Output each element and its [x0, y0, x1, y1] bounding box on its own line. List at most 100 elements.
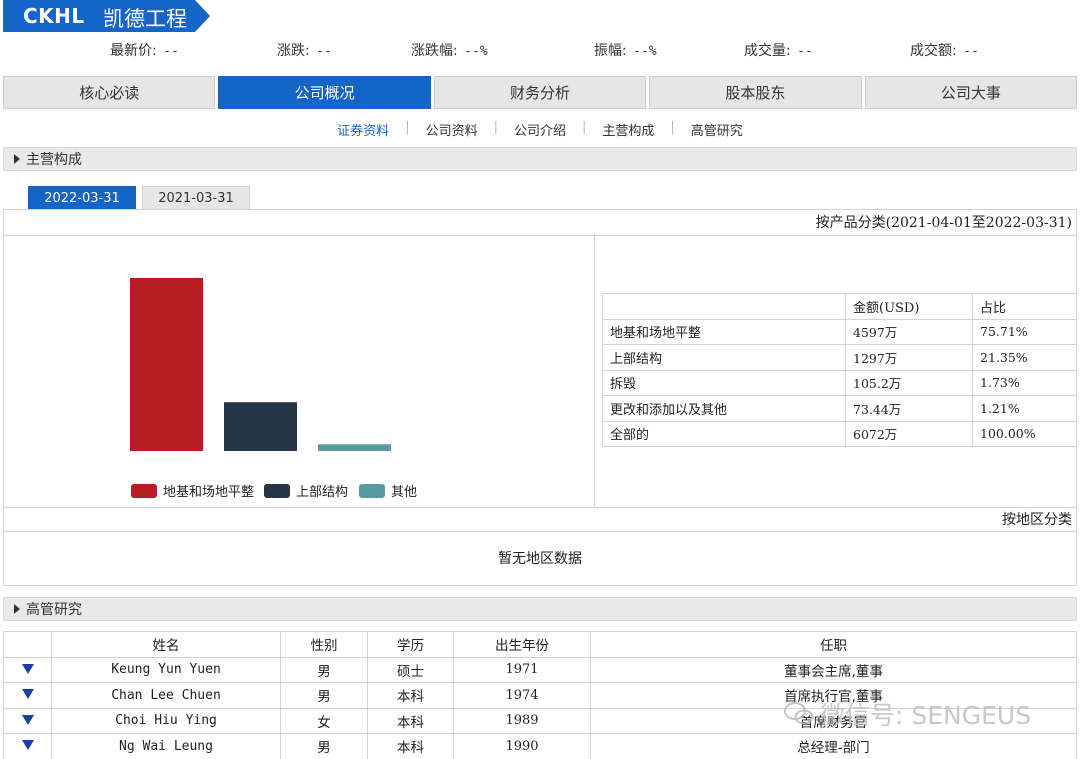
tab-shareholders[interactable]: 股本股东: [649, 76, 862, 109]
quote-amplitude: 振幅: --%: [594, 43, 657, 59]
legend-label[interactable]: 上部结构: [296, 485, 348, 500]
table-row: Ng Wai Leung 男 本科 1990 总经理-部门: [3, 733, 1077, 759]
caret-right-icon: [14, 154, 20, 164]
table-header: 出生年份: [453, 631, 591, 658]
quote-volume: 成交量: --: [744, 43, 813, 59]
region-empty-message: 暂无地区数据: [498, 551, 582, 567]
exec-name: Ng Wai Leung: [51, 733, 281, 759]
stock-code: CKHL: [23, 4, 85, 28]
segment-amount: 73.44万: [845, 395, 973, 422]
tab-company-overview[interactable]: 公司概况: [218, 76, 431, 109]
exec-role: 董事会主席,董事: [590, 656, 1077, 683]
segment-pct: 1.73%: [972, 369, 1077, 396]
expand-cell[interactable]: [3, 707, 52, 734]
table-row: 上部结构 1297万 21.35%: [602, 344, 1077, 371]
exec-name: Keung Yun Yuen: [51, 656, 281, 683]
chart-bar[interactable]: [130, 278, 203, 451]
table-row: Keung Yun Yuen 男 硕士 1971 董事会主席,董事: [3, 656, 1077, 683]
sub-navigation: 证券资料 | 公司资料 | 公司介绍 | 主营构成 | 高管研究: [0, 120, 1080, 139]
caret-right-icon: [14, 604, 20, 614]
triangle-down-icon[interactable]: [21, 714, 34, 725]
chart-bar[interactable]: [318, 444, 391, 451]
exec-education: 本科: [367, 707, 454, 734]
exec-education: 本科: [367, 682, 454, 709]
quote-change-pct: 涨跌幅: --%: [411, 43, 488, 59]
product-classification-title: 按产品分类(2021-04-01至2022-03-31): [4, 210, 1076, 236]
exec-role: 总经理-部门: [590, 733, 1077, 759]
tab-financial-analysis[interactable]: 财务分析: [433, 76, 647, 109]
stock-banner: CKHL 凯德工程: [3, 0, 210, 32]
period-tab-2022[interactable]: 2022-03-31: [28, 186, 136, 210]
product-bar-chart: 地基和场地平整 上部结构 其他: [130, 278, 417, 500]
watermark: 微信号: SENGEUS: [784, 697, 1064, 731]
region-classification-title: 按地区分类: [4, 507, 1076, 532]
expand-cell[interactable]: [3, 656, 52, 683]
section-executives[interactable]: 高管研究: [3, 597, 1077, 621]
segment-amount: 4597万: [845, 318, 973, 345]
segment-pct: 100.00%: [972, 420, 1077, 447]
main-tabs: 核心必读 公司概况 财务分析 股本股东 公司大事: [3, 76, 1078, 109]
product-chart-area: 地基和场地平整 上部结构 其他: [4, 236, 595, 507]
executives-table: 姓名 性别 学历 出生年份 任职 Keung Yun Yuen 男 硕士 197…: [3, 631, 1077, 759]
exec-education: 硕士: [367, 656, 454, 683]
exec-name: Choi Hiu Ying: [51, 707, 281, 734]
table-header: [602, 293, 846, 320]
subnav-securities-info[interactable]: 证券资料: [321, 120, 405, 139]
triangle-down-icon[interactable]: [21, 740, 34, 751]
triangle-down-icon[interactable]: [21, 663, 34, 674]
product-table: 金额(USD) 占比 地基和场地平整 4597万 75.71% 上部结构 129…: [602, 293, 1077, 447]
quote-turnover: 成交额: --: [910, 43, 979, 59]
section-title: 高管研究: [26, 602, 82, 618]
table-row: 全部的 6072万 100.00%: [602, 420, 1077, 447]
company-name: 凯德工程: [103, 7, 187, 31]
legend-label[interactable]: 地基和场地平整: [163, 485, 254, 500]
period-tab-2021[interactable]: 2021-03-31: [142, 186, 250, 210]
subnav-company-info[interactable]: 公司资料: [410, 120, 494, 139]
section-main-business[interactable]: 主营构成: [3, 147, 1077, 171]
table-header: 姓名: [51, 631, 281, 658]
exec-birth-year: 1990: [453, 733, 591, 759]
segment-amount: 105.2万: [845, 369, 973, 396]
exec-birth-year: 1971: [453, 656, 591, 683]
exec-birth-year: 1974: [453, 682, 591, 709]
table-header: [3, 631, 52, 658]
product-table-area: 金额(USD) 占比 地基和场地平整 4597万 75.71% 上部结构 129…: [595, 236, 1077, 507]
segment-name: 上部结构: [602, 344, 846, 371]
subnav-company-intro[interactable]: 公司介绍: [498, 120, 582, 139]
segment-name: 更改和添加以及其他: [602, 395, 846, 422]
segment-name: 地基和场地平整: [602, 318, 846, 345]
legend-swatch[interactable]: [131, 484, 157, 498]
tab-company-events[interactable]: 公司大事: [864, 76, 1078, 109]
expand-cell[interactable]: [3, 682, 52, 709]
segment-amount: 6072万: [845, 420, 973, 447]
exec-name: Chan Lee Chuen: [51, 682, 281, 709]
legend-label[interactable]: 其他: [391, 485, 417, 500]
tab-core[interactable]: 核心必读: [3, 76, 216, 109]
segment-amount: 1297万: [845, 344, 973, 371]
segment-pct: 21.35%: [972, 344, 1077, 371]
triangle-down-icon[interactable]: [21, 689, 34, 700]
legend-swatch[interactable]: [359, 484, 385, 498]
table-row: 更改和添加以及其他 73.44万 1.21%: [602, 395, 1077, 422]
quote-last-price: 最新价: --: [110, 43, 179, 59]
segment-pct: 75.71%: [972, 318, 1077, 345]
table-header: 学历: [367, 631, 454, 658]
expand-cell[interactable]: [3, 733, 52, 759]
table-header-row: 金额(USD) 占比: [602, 293, 1077, 320]
exec-gender: 男: [280, 682, 368, 709]
subnav-executives[interactable]: 高管研究: [675, 120, 759, 139]
segment-name: 拆毁: [602, 369, 846, 396]
table-row: 地基和场地平整 4597万 75.71%: [602, 318, 1077, 345]
exec-gender: 女: [280, 707, 368, 734]
table-header-row: 姓名 性别 学历 出生年份 任职: [3, 631, 1077, 658]
legend-swatch[interactable]: [264, 484, 290, 498]
wechat-icon: [784, 702, 814, 725]
exec-gender: 男: [280, 733, 368, 759]
table-header: 性别: [280, 631, 368, 658]
chart-bar[interactable]: [224, 402, 297, 451]
subnav-main-business[interactable]: 主营构成: [586, 120, 670, 139]
exec-gender: 男: [280, 656, 368, 683]
table-row: 拆毁 105.2万 1.73%: [602, 369, 1077, 396]
table-header: 占比: [972, 293, 1077, 320]
exec-birth-year: 1989: [453, 707, 591, 734]
